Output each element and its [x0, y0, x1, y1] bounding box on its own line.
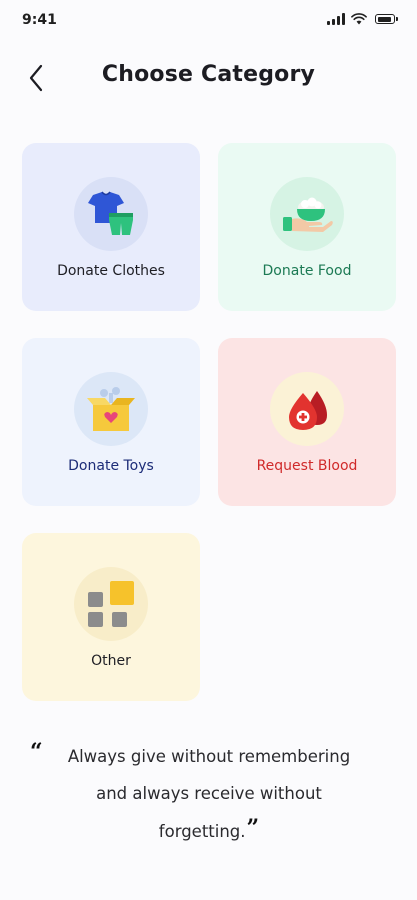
clothes-icon	[88, 191, 133, 235]
page-title: Choose Category	[101, 62, 316, 87]
toy-box-icon	[87, 387, 135, 431]
category-label: Donate Clothes	[57, 263, 165, 279]
status-icons	[327, 13, 398, 25]
category-label: Donate Food	[262, 263, 352, 279]
quote: “ Always give without remembering and al…	[28, 738, 390, 850]
category-card-request-blood[interactable]: Request Blood	[218, 338, 396, 506]
category-card-other[interactable]: Other	[22, 533, 200, 701]
close-quote-mark: ”	[246, 815, 260, 841]
category-label: Donate Toys	[68, 458, 154, 474]
icon-circle	[74, 177, 148, 251]
quote-line-last: forgetting.”	[28, 812, 390, 850]
status-bar: 9:41	[0, 0, 417, 42]
category-card-donate-food[interactable]: Donate Food	[218, 143, 396, 311]
icon-circle	[74, 372, 148, 446]
quote-line: Always give without remembering	[67, 747, 351, 766]
icon-circle	[270, 177, 344, 251]
battery-icon	[375, 14, 398, 24]
status-time: 9:41	[22, 12, 57, 28]
open-quote-mark: “	[30, 739, 43, 765]
signal-icon	[327, 13, 345, 25]
header: Choose Category	[0, 50, 417, 110]
category-label: Other	[91, 653, 131, 669]
category-card-donate-clothes[interactable]: Donate Clothes	[22, 143, 200, 311]
quote-line: and always receive without	[96, 784, 322, 803]
food-icon	[283, 197, 333, 232]
wifi-icon	[351, 13, 367, 25]
icon-circle	[270, 372, 344, 446]
icon-circle	[74, 567, 148, 641]
quote-text: forgetting.	[158, 822, 246, 841]
category-label: Request Blood	[256, 458, 358, 474]
category-card-donate-toys[interactable]: Donate Toys	[22, 338, 200, 506]
grid-icon	[88, 581, 134, 627]
blood-drop-icon	[289, 391, 327, 430]
